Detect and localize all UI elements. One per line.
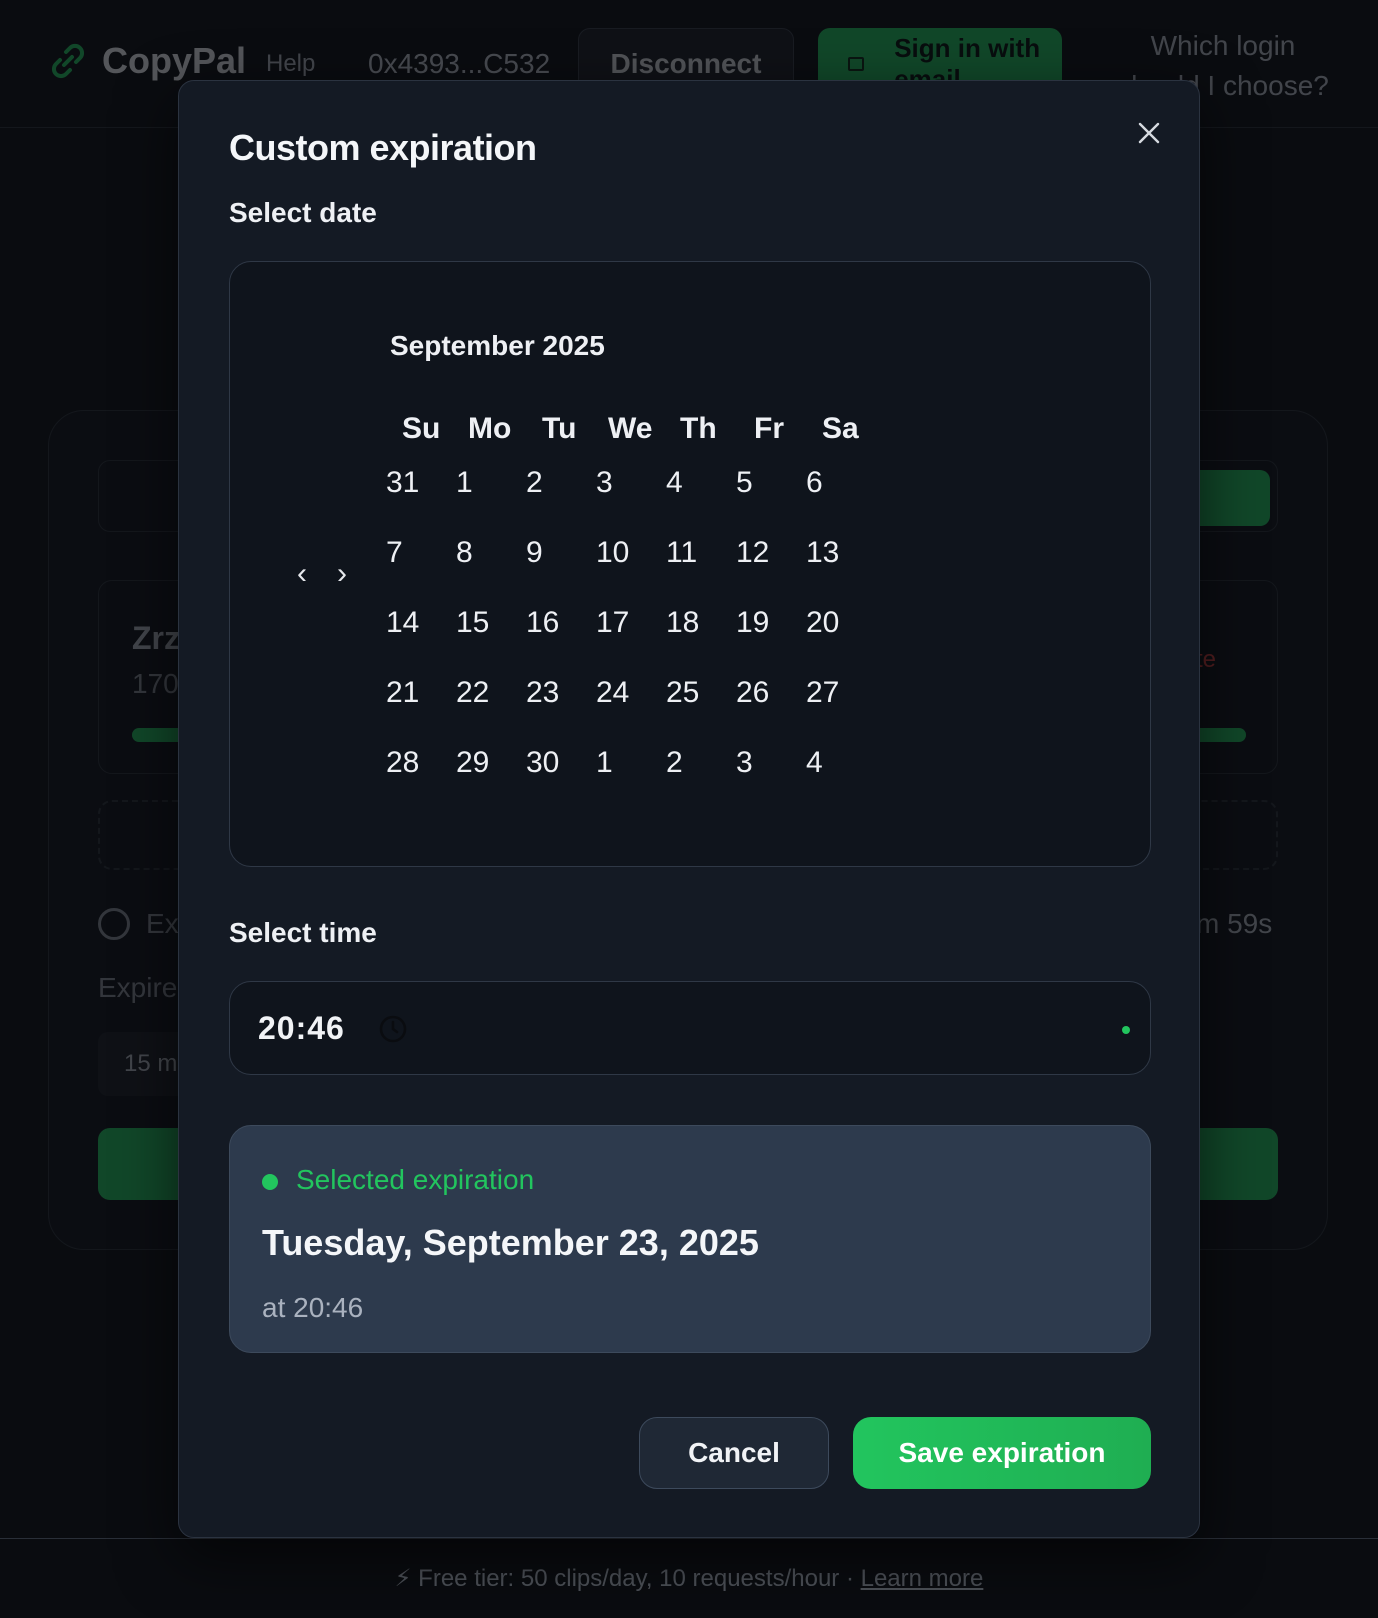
expires-label: Ex	[146, 908, 179, 939]
footer-tier-text: ⚡ Free tier: 50 clips/day, 10 requests/h…	[394, 1565, 861, 1592]
clock-icon	[98, 908, 130, 940]
cancel-button[interactable]: Cancel	[639, 1417, 829, 1489]
weekday-mo: Mo	[468, 412, 512, 445]
save-expiration-button[interactable]: Save expiration	[853, 1417, 1151, 1489]
time-value: 20:46	[258, 1010, 345, 1046]
calendar-day[interactable]: 24	[596, 676, 629, 710]
calendar-day[interactable]: 19	[736, 606, 769, 640]
calendar-day[interactable]: 16	[526, 606, 559, 640]
calendar-day[interactable]: 12	[736, 536, 769, 570]
calendar-day[interactable]: 13	[806, 536, 839, 570]
prev-month-button[interactable]: ‹	[286, 558, 318, 590]
calendar-day[interactable]: 9	[526, 536, 543, 570]
calendar-day[interactable]: 25	[666, 676, 699, 710]
brand-name: CopyPal	[102, 40, 247, 81]
calendar-day[interactable]: 15	[456, 606, 489, 640]
weekday-we: We	[608, 412, 653, 445]
clip-title: Zrz	[132, 620, 180, 656]
learn-more-link[interactable]: Learn more	[861, 1565, 984, 1592]
calendar-month-label: September 2025	[390, 330, 605, 361]
calendar-day[interactable]: 8	[456, 536, 473, 570]
weekday-th: Th	[680, 412, 717, 445]
brand[interactable]: CopyPal	[48, 40, 246, 82]
summary-label: Selected expiration	[296, 1164, 535, 1195]
calendar-day[interactable]: 27	[806, 676, 839, 710]
summary-date: Tuesday, September 23, 2025	[262, 1222, 759, 1263]
link-icon	[51, 43, 85, 79]
custom-expiration-dialog: Custom expiration Select date September …	[178, 80, 1200, 1538]
clock-icon[interactable]	[378, 1014, 408, 1044]
calendar-day[interactable]: 29	[456, 746, 489, 780]
calendar-day[interactable]: 4	[806, 746, 823, 780]
selected-expiration-summary: Selected expiration Tuesday, September 2…	[229, 1125, 1151, 1353]
date-picker: September 2025 ‹ › Su Mo Tu We Th Fr Sa 31 1 2 3 4…	[229, 261, 1151, 867]
calendar-day[interactable]: 18	[666, 606, 699, 640]
close-icon	[1138, 122, 1160, 144]
calendar-day[interactable]: 1	[596, 746, 613, 780]
weekday-sa: Sa	[822, 412, 859, 445]
footer-text: ⚡ Free tier: 50 clips/day, 10 requests/h…	[0, 1564, 1378, 1593]
calendar-day[interactable]: 5	[736, 466, 753, 500]
select-date-label: Select date	[229, 197, 377, 228]
calendar-day[interactable]: 7	[386, 536, 403, 570]
calendar-day[interactable]: 23	[526, 676, 559, 710]
calendar-day[interactable]: 17	[596, 606, 629, 640]
calendar-day[interactable]: 3	[736, 746, 753, 780]
calendar-day[interactable]: 4	[666, 466, 683, 500]
mail-icon	[848, 57, 865, 71]
weekday-su: Su	[402, 412, 441, 445]
wallet-address: 0x4393...C532	[368, 48, 551, 79]
weekday-tu: Tu	[542, 412, 577, 445]
summary-time: at 20:46	[262, 1292, 364, 1323]
help-link[interactable]: Help	[266, 50, 315, 78]
expire-label: Expire	[98, 972, 178, 1003]
calendar-day[interactable]: 28	[386, 746, 419, 780]
calendar-day[interactable]: 26	[736, 676, 769, 710]
close-button[interactable]	[1127, 111, 1171, 155]
calendar-day[interactable]: 2	[666, 746, 683, 780]
calendar-day[interactable]: 6	[806, 466, 823, 500]
calendar-day[interactable]: 1	[456, 466, 473, 500]
status-dot	[1122, 1026, 1130, 1034]
calendar-day[interactable]: 20	[806, 606, 839, 640]
calendar-day[interactable]: 3	[596, 466, 613, 500]
status-dot	[262, 1174, 278, 1190]
next-month-button[interactable]: ›	[326, 558, 358, 590]
calendar-day[interactable]: 14	[386, 606, 419, 640]
calendar-day[interactable]: 11	[666, 536, 697, 570]
calendar-day[interactable]: 22	[456, 676, 489, 710]
calendar-day[interactable]: 2	[526, 466, 543, 500]
calendar-day[interactable]: 21	[386, 676, 419, 710]
calendar-day[interactable]: 31	[386, 466, 419, 500]
time-field[interactable]: 20:46	[229, 981, 1151, 1075]
calendar-day[interactable]: 10	[596, 536, 629, 570]
dialog-title: Custom expiration	[229, 127, 537, 168]
clip-subtitle: 170	[132, 668, 179, 699]
select-time-label: Select time	[229, 917, 377, 948]
calendar-day[interactable]: 30	[526, 746, 559, 780]
weekday-fr: Fr	[754, 412, 784, 445]
countdown-timer: m 59s	[1196, 908, 1273, 939]
